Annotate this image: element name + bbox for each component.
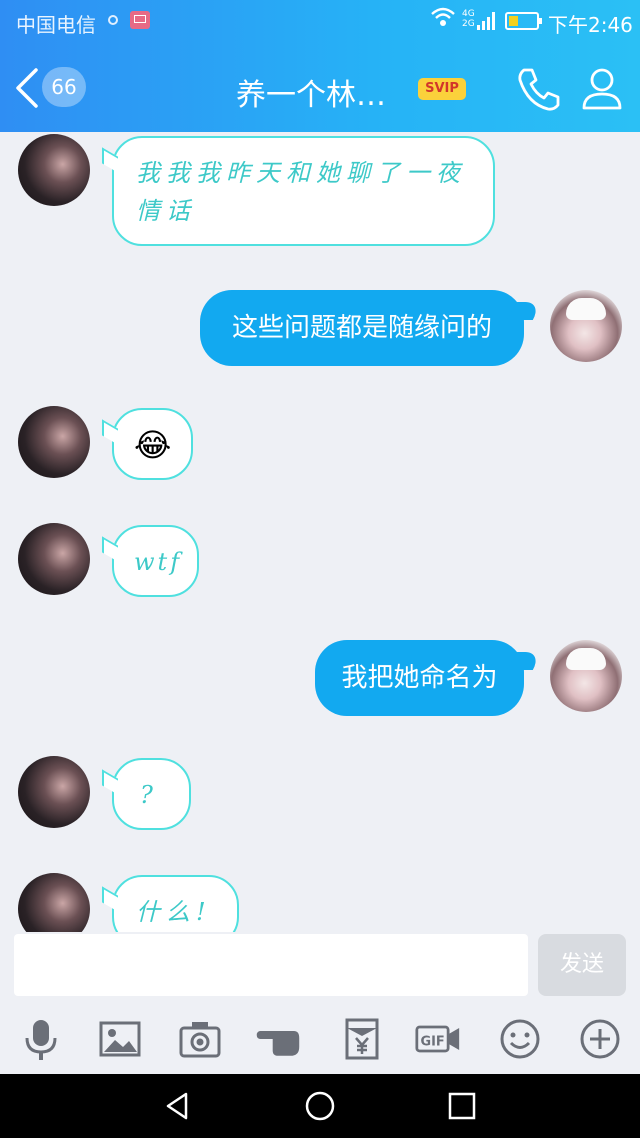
mail-notification-icon [130,11,150,29]
network-type: 4G 2G [462,9,475,29]
message-bubble[interactable]: wtf [112,525,199,597]
system-navigation-bar [0,1074,640,1138]
unread-count-badge[interactable]: 66 [42,67,86,107]
microphone-icon[interactable] [18,1016,64,1062]
composer-toolbar: GIF [0,1004,640,1074]
message-row: wtf [0,521,640,601]
network-type-bottom: 2G [462,19,475,29]
contact-avatar[interactable] [18,756,90,828]
clock: 下午2:46 [548,13,633,37]
message-row: 什么! [0,871,640,932]
message-bubble[interactable]: 我把她命名为 [315,640,524,716]
contact-avatar[interactable] [18,523,90,595]
laughing-emoji-icon: 😂 [134,426,172,464]
self-avatar[interactable] [550,640,622,712]
composer-bar: 发送 [0,932,640,1004]
phone-call-icon[interactable] [514,64,564,114]
image-icon[interactable] [97,1016,143,1062]
gif-icon[interactable]: GIF [415,1016,465,1062]
red-packet-icon[interactable] [339,1016,385,1062]
message-list[interactable]: 我我我昨天和她聊了一夜情话 这些问题都是随缘问的 😂 wtf 我把她命名为 ? … [0,132,640,932]
nav-home-icon[interactable] [304,1090,336,1122]
nav-recents-icon[interactable] [446,1090,478,1122]
contact-avatar[interactable] [18,406,90,478]
battery-level [509,16,518,26]
message-row: 我我我昨天和她聊了一夜情话 [0,132,640,247]
svg-text:GIF: GIF [421,1034,445,1049]
carrier-name: 中国电信 [16,13,96,37]
message-input[interactable] [14,934,528,996]
message-bubble[interactable]: 什么! [112,875,239,932]
chat-title[interactable]: 养一个林… [236,70,386,114]
message-text: wtf [134,548,183,576]
svip-badge: SVIP [418,78,466,100]
send-button[interactable]: 发送 [538,934,626,996]
message-row: ? [0,754,640,834]
contact-avatar[interactable] [18,873,90,932]
contact-avatar[interactable] [18,134,90,206]
message-text: 什么! [136,898,212,926]
message-text: 我我我昨天和她聊了一夜情话 [136,159,466,225]
message-text: ? [140,781,159,809]
message-text: 我把她命名为 [341,663,498,693]
self-avatar[interactable] [550,290,622,362]
message-row: 我把她命名为 [0,637,640,717]
signal-icon [477,12,497,30]
camera-icon[interactable] [177,1016,223,1062]
nav-back-icon[interactable] [162,1090,194,1122]
message-text: 这些问题都是随缘问的 [231,313,492,343]
plus-icon[interactable] [577,1016,623,1062]
message-bubble[interactable]: 我我我昨天和她聊了一夜情话 [112,136,495,246]
message-row: 这些问题都是随缘问的 [0,287,640,367]
wifi-icon [430,6,456,34]
emoji-icon[interactable] [497,1016,543,1062]
message-bubble[interactable]: ? [112,758,191,830]
message-bubble[interactable]: 这些问题都是随缘问的 [200,290,524,366]
status-bar: 中国电信 4G 2G 下午2:46 [0,0,640,44]
message-bubble[interactable]: 😂 [112,408,193,480]
message-row: 😂 [0,404,640,484]
poke-hand-icon[interactable] [255,1016,307,1062]
profile-icon[interactable] [578,64,626,114]
nfc-icon [108,15,118,25]
top-bar: 中国电信 4G 2G 下午2:46 66 养一个林… SVIP [0,0,640,132]
network-type-top: 4G [462,9,475,19]
battery-icon [505,12,542,30]
